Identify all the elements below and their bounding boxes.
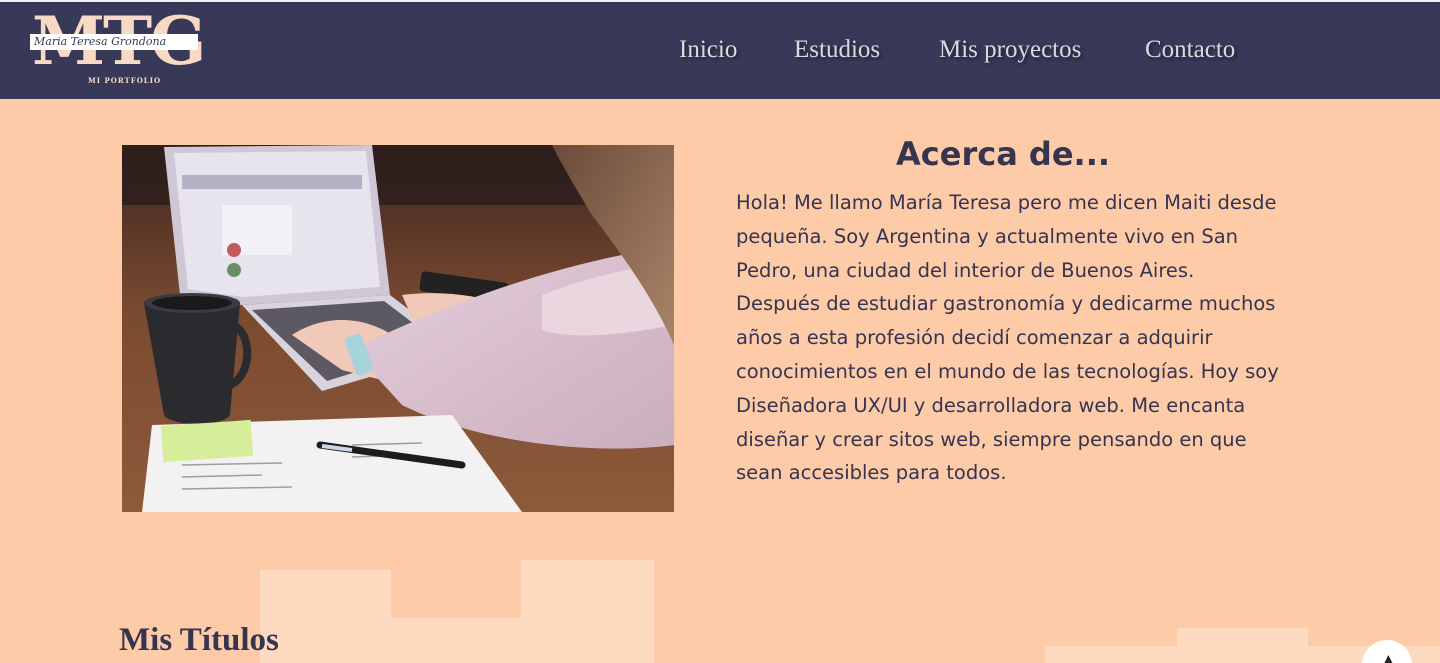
decorative-block [1177,628,1308,663]
logo-subtitle: MI PORTFOLIO [88,76,162,85]
laptop-desk-illustration [122,145,674,512]
decorative-block [1045,646,1177,663]
nav-link-inicio[interactable]: Inicio [679,36,737,64]
decorative-block [391,618,521,663]
about-text: Hola! Me llamo María Teresa pero me dice… [736,191,1279,485]
about-title: Acerca de... [896,135,1110,173]
about-photo [122,145,674,512]
decorative-block [260,570,391,663]
top-navbar: MTG Maria Teresa Grondona MI PORTFOLIO I… [0,0,1440,99]
nav-link-mis-proyectos[interactable]: Mis proyectos [939,36,1081,64]
chevron-up-icon: ▲ [1383,652,1394,663]
nav-link-contacto[interactable]: Contacto [1145,36,1235,64]
main-nav: Inicio Estudios Mis proyectos Contacto [0,36,1440,70]
decorative-block [521,560,654,663]
scroll-top-button[interactable]: ▲ [1362,640,1412,663]
titles-section-heading: Mis Títulos [119,622,279,658]
nav-link-estudios[interactable]: Estudios [794,36,880,64]
